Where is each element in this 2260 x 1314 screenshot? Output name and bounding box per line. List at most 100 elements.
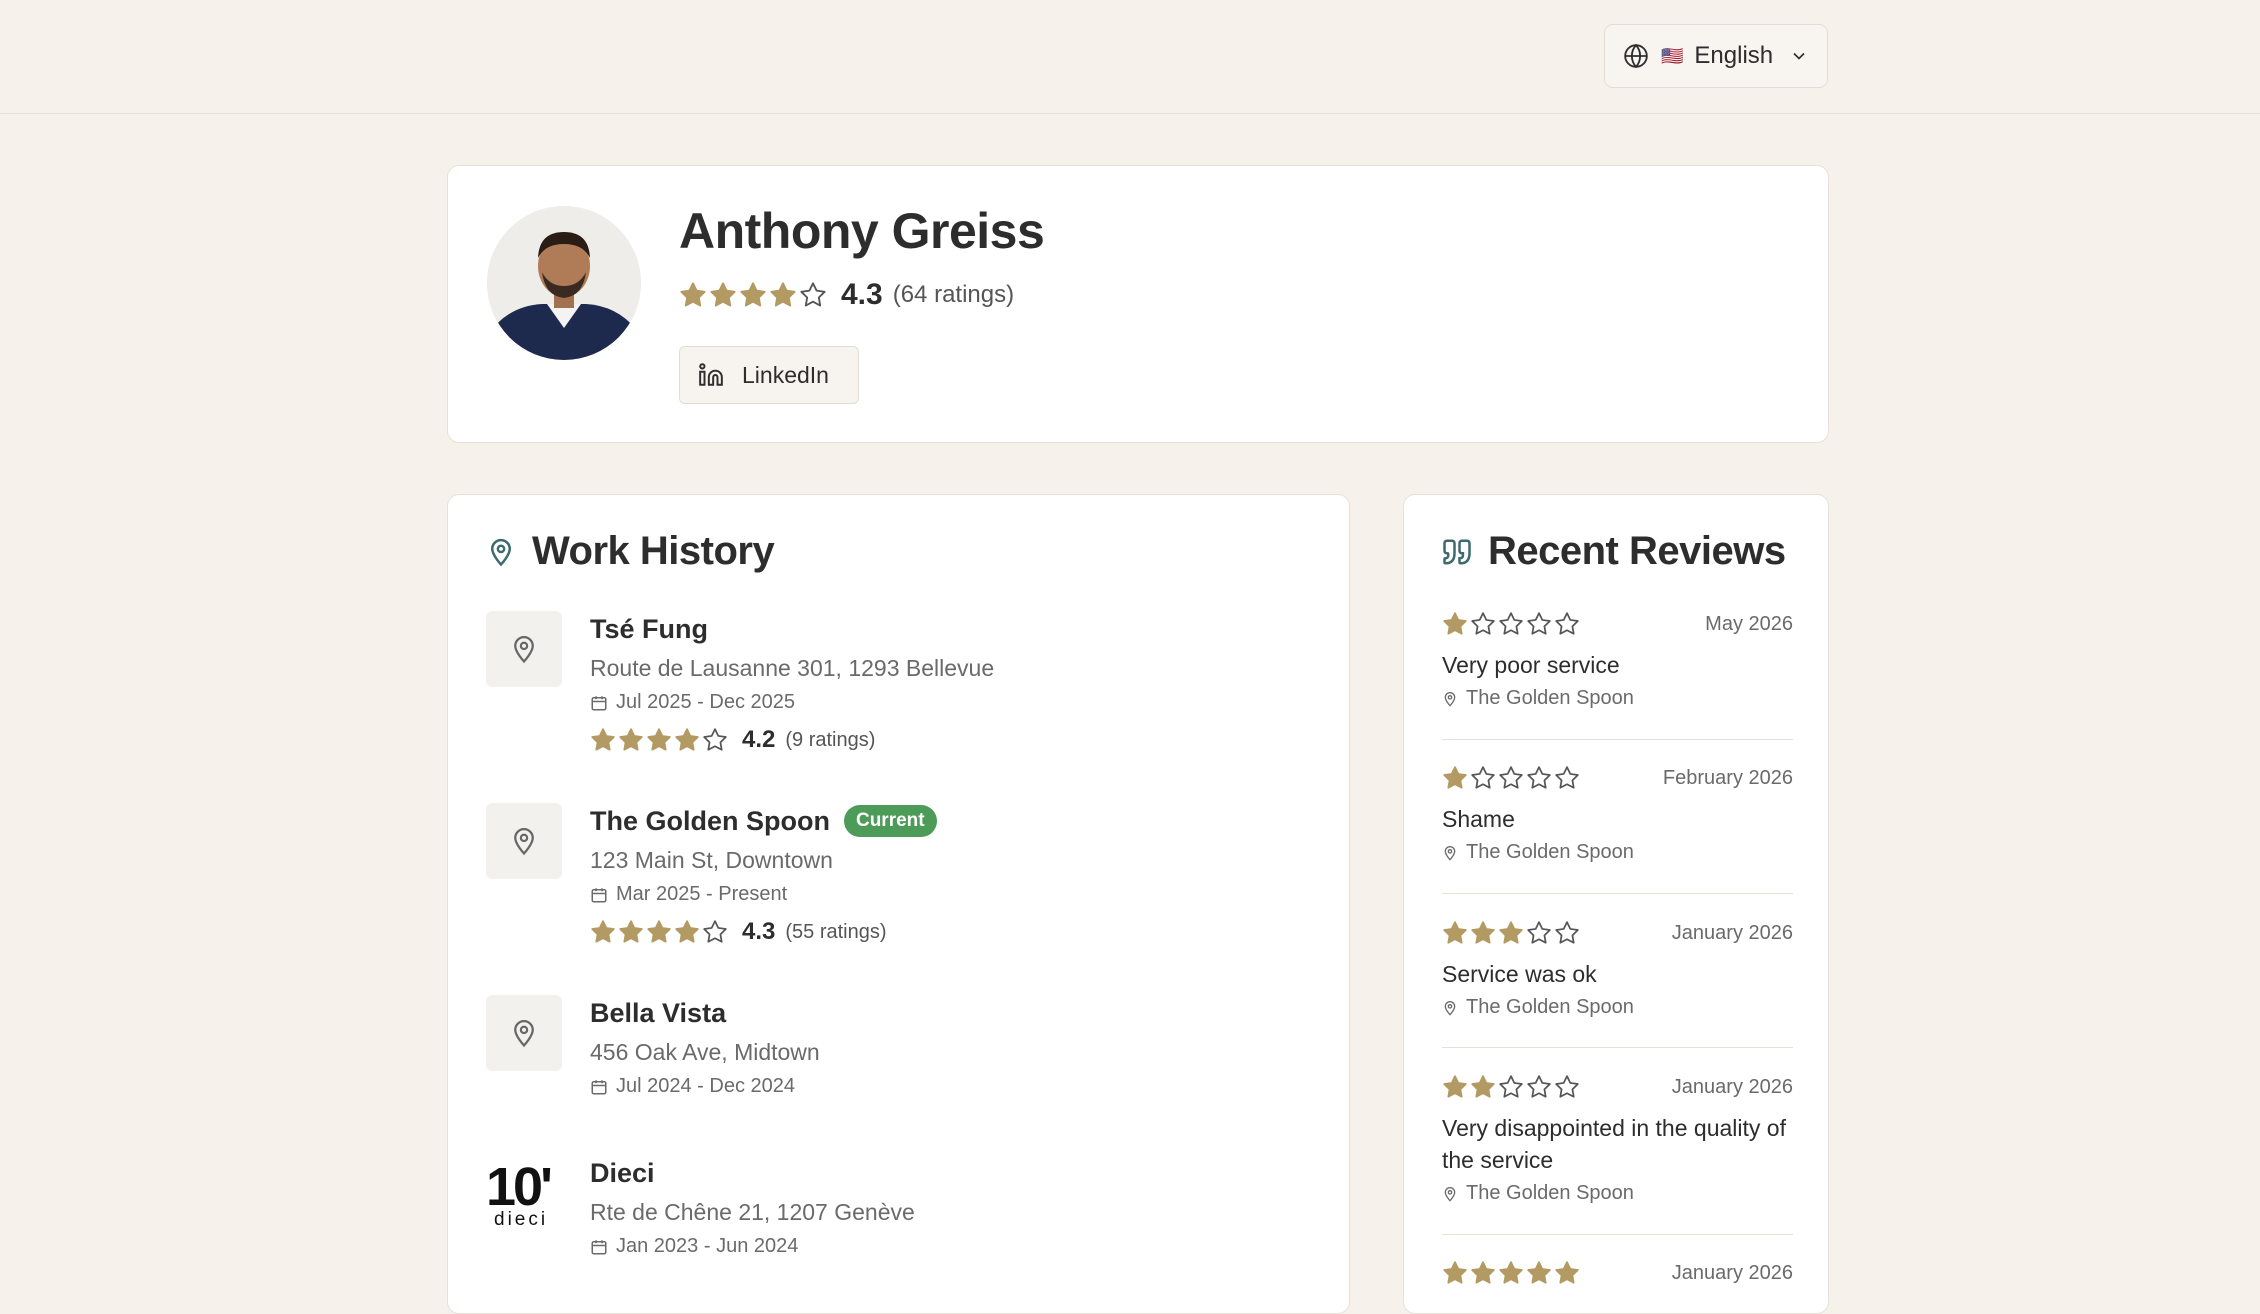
job-dates: Mar 2025 - Present (616, 883, 788, 905)
location-icon (486, 611, 562, 687)
job-dates: Jul 2025 - Dec 2025 (616, 691, 796, 713)
rating-stars (1442, 1260, 1580, 1286)
review-item[interactable]: February 2026 Shame The Golden Spoon (1442, 763, 1793, 864)
top-bar: 🇺🇸 English (0, 0, 2260, 114)
rating-stars (1442, 1074, 1580, 1100)
review-item[interactable]: January 2026 Service was ok The Golden S… (1442, 918, 1793, 1019)
star-filled-icon (1443, 766, 1467, 789)
star-empty-icon (1471, 612, 1495, 635)
recent-reviews-card: Recent Reviews May 2026 Very poor servic… (1403, 494, 1829, 1314)
job-name: Dieci (590, 1157, 655, 1188)
star-filled-icon (740, 282, 766, 307)
review-text: Shame (1442, 806, 1515, 832)
profile-rating: 4.3 (64 ratings) (679, 278, 1014, 312)
star-empty-icon (1471, 766, 1495, 789)
rating-stars (590, 727, 728, 753)
star-filled-icon (1555, 1261, 1579, 1284)
divider (1442, 893, 1793, 894)
job-rating: 4.2 (9 ratings) (590, 726, 994, 754)
job-rating-value: 4.2 (742, 726, 776, 753)
linkedin-icon (699, 363, 723, 386)
review-item[interactable]: May 2026 Very poor service The Golden Sp… (1442, 609, 1793, 710)
work-history-title: Work History (532, 529, 775, 573)
job-name: Bella Vista (590, 997, 727, 1028)
quote-icon (1443, 539, 1471, 565)
rating-stars (1442, 920, 1580, 946)
profile-card: Anthony Greiss 4.3 (64 ratings) LinkedIn (447, 165, 1829, 443)
language-selector[interactable]: 🇺🇸 English (1604, 24, 1828, 88)
language-label: English (1694, 42, 1774, 69)
location-icon (486, 995, 562, 1071)
star-filled-icon (647, 920, 671, 943)
work-history-item[interactable]: 10' dieci Dieci Rte de Chêne 21, 1207 Ge… (486, 1155, 1326, 1275)
map-pin-icon (490, 538, 512, 566)
job-rating-count: (55 ratings) (785, 920, 887, 943)
star-filled-icon (591, 920, 615, 943)
recent-reviews-title: Recent Reviews (1488, 529, 1786, 573)
linkedin-button[interactable]: LinkedIn (679, 346, 859, 404)
star-empty-icon (1527, 766, 1551, 789)
job-address: 123 Main St, Downtown (590, 847, 833, 873)
work-history-item[interactable]: The Golden Spoon Current 123 Main St, Do… (486, 803, 1326, 963)
star-empty-icon (1527, 1075, 1551, 1098)
map-pin-icon (1444, 845, 1456, 861)
job-dates: Jan 2023 - Jun 2024 (616, 1235, 799, 1257)
star-filled-icon (1499, 921, 1523, 944)
review-place: The Golden Spoon (1466, 1182, 1634, 1204)
avatar (487, 206, 641, 360)
rating-stars (590, 919, 728, 945)
work-history-item[interactable]: Bella Vista 456 Oak Ave, Midtown Jul 202… (486, 995, 1326, 1115)
star-filled-icon (1443, 1075, 1467, 1098)
star-empty-icon (1555, 612, 1579, 635)
star-filled-icon (591, 728, 615, 751)
job-address: 456 Oak Ave, Midtown (590, 1039, 820, 1065)
star-empty-icon (1499, 1075, 1523, 1098)
star-filled-icon (675, 920, 699, 943)
review-text: Very poor service (1442, 652, 1620, 678)
rating-stars (1442, 765, 1580, 791)
calendar-icon (591, 887, 607, 902)
rating-count: (64 ratings) (892, 281, 1015, 308)
review-date: January 2026 (1671, 1075, 1793, 1098)
star-filled-icon (619, 920, 643, 943)
job-name: The Golden Spoon (590, 805, 830, 836)
review-item[interactable]: January 2026 Very disappointed in the qu… (1442, 1072, 1793, 1205)
location-icon (486, 803, 562, 879)
review-date: January 2026 (1671, 1261, 1793, 1284)
rating-value: 4.3 (841, 278, 883, 311)
divider (1442, 1234, 1793, 1235)
work-history-item[interactable]: Tsé Fung Route de Lausanne 301, 1293 Bel… (486, 611, 1326, 771)
review-place: The Golden Spoon (1466, 841, 1634, 863)
star-filled-icon (1443, 1261, 1467, 1284)
recent-reviews-header: Recent Reviews (1442, 529, 1786, 574)
review-date: January 2026 (1671, 921, 1793, 944)
star-filled-icon (647, 728, 671, 751)
job-dates: Jul 2024 - Dec 2024 (616, 1075, 796, 1097)
star-empty-icon (703, 728, 727, 751)
star-filled-icon (680, 282, 706, 307)
star-filled-icon (1527, 1261, 1551, 1284)
map-pin-icon (1444, 1000, 1456, 1016)
review-text: Very disappointed in the quality of the … (1442, 1115, 1786, 1173)
star-empty-icon (703, 920, 727, 943)
star-filled-icon (675, 728, 699, 751)
job-address: Rte de Chêne 21, 1207 Genève (590, 1199, 915, 1225)
star-empty-icon (1527, 612, 1551, 635)
linkedin-label: LinkedIn (742, 361, 829, 388)
job-address: Route de Lausanne 301, 1293 Bellevue (590, 655, 995, 681)
star-empty-icon (1555, 921, 1579, 944)
divider (1442, 1047, 1793, 1048)
map-pin-icon (1444, 1186, 1456, 1202)
star-filled-icon (1471, 1261, 1495, 1284)
review-date: May 2026 (1705, 612, 1793, 635)
star-empty-icon (1499, 766, 1523, 789)
work-history-card: Work History Tsé Fung Route de Lausanne … (447, 494, 1350, 1314)
star-filled-icon (619, 728, 643, 751)
review-place: The Golden Spoon (1466, 687, 1634, 709)
logo-subtext: dieci (494, 1209, 548, 1229)
star-empty-icon (1499, 612, 1523, 635)
star-empty-icon (800, 282, 826, 307)
review-date: February 2026 (1662, 766, 1793, 789)
work-history-header: Work History (486, 529, 775, 574)
star-filled-icon (1443, 612, 1467, 635)
